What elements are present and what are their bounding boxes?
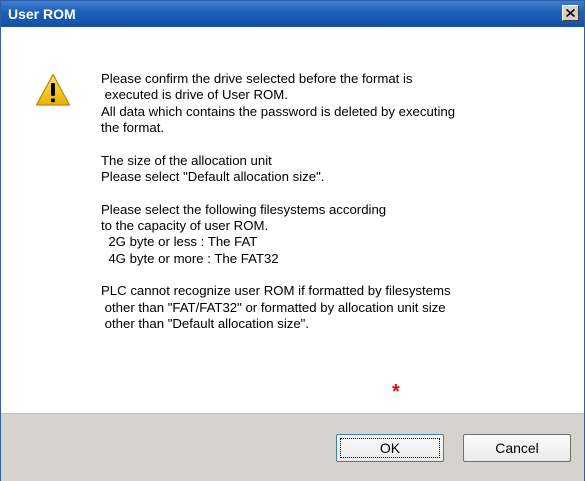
message-line: Please confirm the drive selected before… bbox=[101, 71, 413, 86]
message-line: other than "Default allocation size". bbox=[101, 316, 310, 332]
message-text: Please confirm the drive selected before… bbox=[101, 71, 571, 332]
message-line: other than "FAT/FAT32" or formatted by a… bbox=[101, 299, 446, 315]
close-icon bbox=[566, 9, 575, 17]
message-line: Please select the following filesystems … bbox=[101, 201, 387, 217]
cancel-button-label: Cancel bbox=[495, 440, 539, 456]
message-line: Please select "Default allocation size". bbox=[101, 168, 325, 184]
message-line: PLC cannot recognize user ROM if formatt… bbox=[101, 283, 451, 299]
dialog-content: Please confirm the drive selected before… bbox=[1, 27, 584, 413]
message-line: 4G byte or more : The FAT32 bbox=[101, 250, 279, 266]
focus-rectangle bbox=[340, 438, 440, 458]
message-line: 2G byte or less : The FAT bbox=[101, 234, 258, 250]
message-line: to the capacity of user ROM. bbox=[101, 218, 269, 234]
message-line: The size of the allocation unit bbox=[101, 152, 272, 168]
message-line: All data which contains the password is … bbox=[101, 103, 456, 119]
title-bar[interactable]: User ROM bbox=[1, 1, 584, 27]
warning-triangle-icon bbox=[35, 73, 71, 106]
window-title: User ROM bbox=[8, 6, 76, 22]
ok-button[interactable]: OK bbox=[336, 434, 444, 462]
close-button[interactable] bbox=[562, 5, 579, 21]
annotation-asterisk: * bbox=[392, 381, 400, 403]
cancel-button[interactable]: Cancel bbox=[463, 434, 571, 462]
message-line: executed is drive of User ROM. bbox=[101, 87, 288, 103]
message-line: the format. bbox=[101, 119, 165, 135]
button-bar: OK Cancel bbox=[1, 413, 584, 481]
user-rom-dialog: User ROM Please confirm the drive select… bbox=[0, 0, 585, 481]
